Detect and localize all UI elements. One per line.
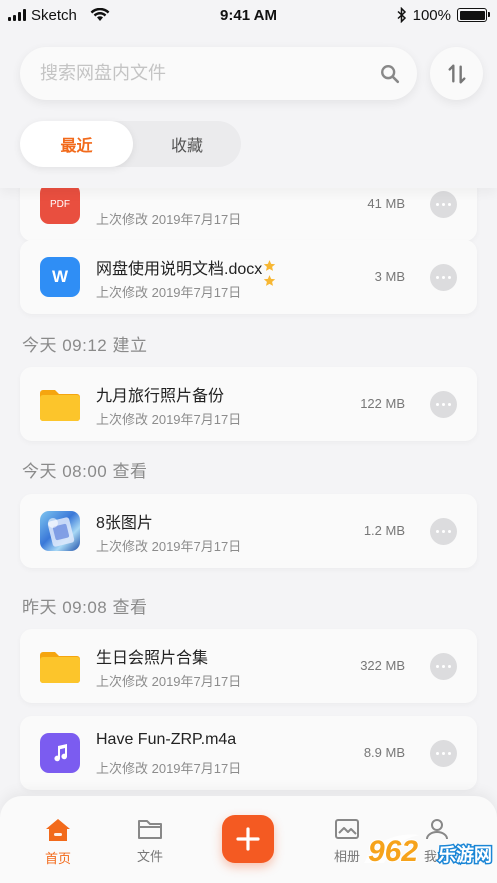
- file-size: 41 MB: [367, 196, 405, 211]
- battery-icon: [457, 8, 490, 22]
- more-options-button[interactable]: [430, 391, 457, 418]
- star-icon: [263, 260, 276, 271]
- star-icon: [263, 275, 276, 286]
- file-name: 九月旅行照片备份: [96, 388, 225, 405]
- more-options-button[interactable]: [430, 653, 457, 680]
- pdf-icon: PDF: [40, 184, 80, 224]
- file-name: Have Fun-ZRP.m4a: [96, 731, 237, 748]
- bluetooth-icon: [397, 7, 406, 23]
- folder-icon: [40, 646, 80, 686]
- file-modified: 上次修改 2019年7月17日: [96, 285, 242, 300]
- file-row-docx[interactable]: W 网盘使用说明文档.docx 上次修改 2019年7月17日 3 MB: [20, 240, 477, 314]
- more-options-button[interactable]: [430, 191, 457, 218]
- file-row-images[interactable]: 8张图片 上次修改 2019年7月17日 1.2 MB: [20, 494, 477, 568]
- tab-bar: 最近 收藏: [20, 121, 241, 167]
- more-options-button[interactable]: [430, 518, 457, 545]
- nav-files-label: 文件: [136, 849, 163, 864]
- watermark-logo: 962 乐游网: [360, 823, 497, 883]
- folder-outline-icon: [138, 820, 162, 839]
- search-input[interactable]: [40, 63, 379, 84]
- file-row-folder[interactable]: 九月旅行照片备份 上次修改 2019年7月17日 122 MB: [20, 367, 477, 441]
- pdf-icon-label: PDF: [50, 198, 70, 210]
- search-icon[interactable]: [379, 63, 401, 85]
- word-icon-label: W: [51, 267, 69, 286]
- signal-icon: [8, 9, 26, 21]
- section-header: 昨天 09:08 查看: [22, 598, 148, 617]
- nav-home[interactable]: 首页: [28, 818, 88, 867]
- photo-icon: [335, 819, 359, 839]
- wifi-icon: [90, 8, 110, 21]
- add-button[interactable]: [222, 815, 274, 863]
- battery-fill: [459, 10, 485, 20]
- file-size: 1.2 MB: [363, 523, 405, 538]
- tab-favorites[interactable]: 收藏: [133, 121, 241, 167]
- more-options-button[interactable]: [430, 740, 457, 767]
- image-thumbnail-icon: [40, 511, 80, 551]
- music-icon: [40, 733, 80, 773]
- section-header: 今天 09:12 建立: [22, 336, 148, 355]
- section-header: 今天 08:00 查看: [22, 462, 148, 481]
- file-row-audio[interactable]: Have Fun-ZRP.m4a 上次修改 2019年7月17日 8.9 MB: [20, 716, 477, 790]
- folder-icon: [40, 384, 80, 424]
- tab-recent[interactable]: 最近: [20, 121, 133, 167]
- file-row-folder[interactable]: 生日会照片合集 上次修改 2019年7月17日 322 MB: [20, 629, 477, 703]
- sort-button[interactable]: [430, 47, 483, 100]
- battery-percent: 100%: [412, 6, 451, 24]
- home-icon: [46, 819, 70, 841]
- nav-home-label: 首页: [44, 851, 71, 866]
- file-size: 3 MB: [374, 269, 405, 284]
- file-name: 8张图片: [96, 515, 153, 532]
- file-name: 网盘使用说明文档.docx: [96, 261, 263, 278]
- file-size: 122 MB: [360, 396, 405, 411]
- more-options-button[interactable]: [430, 264, 457, 291]
- file-name: 生日会照片合集: [96, 650, 209, 667]
- word-icon: W: [40, 257, 80, 297]
- file-size: 322 MB: [360, 658, 405, 673]
- search-box[interactable]: [20, 47, 417, 100]
- svg-text:962: 962: [368, 835, 418, 868]
- plus-icon: [236, 827, 260, 851]
- file-modified: 上次修改 2019年7月17日: [96, 412, 242, 427]
- sort-icon: [447, 64, 466, 83]
- file-size: 8.9 MB: [363, 745, 405, 760]
- favorite-stars: [263, 259, 276, 287]
- carrier-name: Sketch: [31, 6, 77, 24]
- file-modified: 上次修改 2019年7月17日: [96, 212, 242, 227]
- svg-text:乐游网: 乐游网: [438, 844, 492, 866]
- file-modified: 上次修改 2019年7月17日: [96, 539, 242, 554]
- nav-albums-label: 相册: [333, 849, 360, 864]
- file-modified: 上次修改 2019年7月17日: [96, 674, 242, 689]
- file-modified: 上次修改 2019年7月17日: [96, 761, 242, 776]
- nav-files[interactable]: 文件: [120, 818, 180, 865]
- status-bar: Sketch 9:41 AM 100%: [0, 0, 497, 30]
